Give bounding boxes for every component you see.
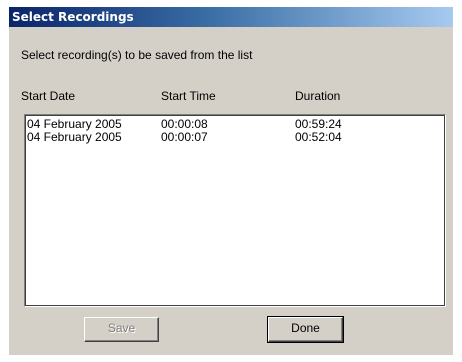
recordings-list[interactable]: 04 February 2005 00:00:08 00:59:24 04 Fe…: [24, 114, 446, 307]
column-header-start-date: Start Date: [21, 89, 76, 103]
recording-duration: 00:52:04: [295, 130, 342, 144]
list-item[interactable]: 04 February 2005 00:00:07 00:52:04: [25, 131, 445, 144]
column-header-duration: Duration: [295, 89, 341, 103]
save-button[interactable]: Save: [84, 317, 159, 342]
title-bar[interactable]: Select Recordings: [9, 7, 453, 27]
done-button[interactable]: Done: [267, 316, 344, 343]
window-title: Select Recordings: [12, 10, 134, 24]
select-recordings-dialog: Select Recordings Select recording(s) to…: [9, 7, 453, 355]
recording-start-date: 04 February 2005: [27, 130, 122, 144]
instruction-text: Select recording(s) to be saved from the…: [21, 48, 253, 62]
recording-start-time: 00:00:07: [161, 130, 208, 144]
column-header-start-time: Start Time: [161, 89, 216, 103]
